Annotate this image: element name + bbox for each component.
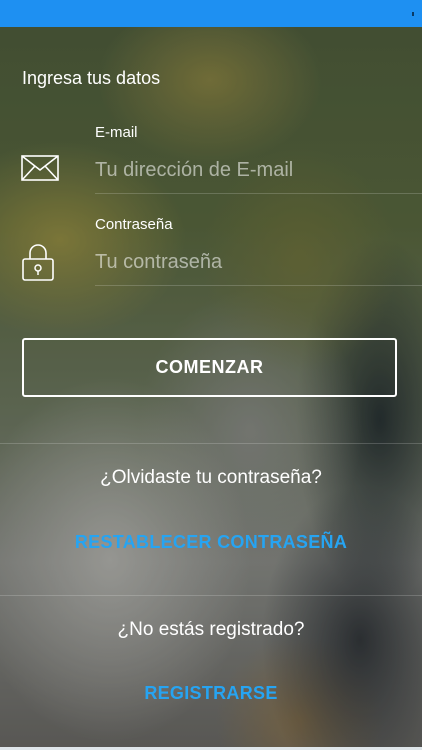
password-field[interactable] [95, 247, 395, 277]
section-divider [0, 443, 422, 444]
section-divider-2 [0, 595, 422, 596]
start-button[interactable]: COMENZAR [22, 338, 397, 397]
email-label: E-mail [95, 124, 138, 141]
reset-password-link[interactable]: RESTABLECER CONTRASEÑA [0, 532, 422, 553]
email-field[interactable] [95, 155, 395, 185]
status-indicator [412, 12, 414, 16]
forgot-password-text: ¿Olvidaste tu contraseña? [100, 467, 322, 488]
lock-icon [22, 242, 54, 287]
not-registered-text: ¿No estás registrado? [117, 619, 305, 640]
password-label: Contraseña [95, 216, 173, 233]
status-bar [0, 0, 422, 27]
register-link[interactable]: REGISTRARSE [0, 683, 422, 704]
envelope-icon [21, 155, 59, 186]
email-divider [95, 193, 422, 194]
form-heading: Ingresa tus datos [22, 68, 161, 88]
password-divider [95, 285, 422, 286]
login-screen: Ingresa tus datos E-mail Contraseña COME… [0, 0, 422, 750]
